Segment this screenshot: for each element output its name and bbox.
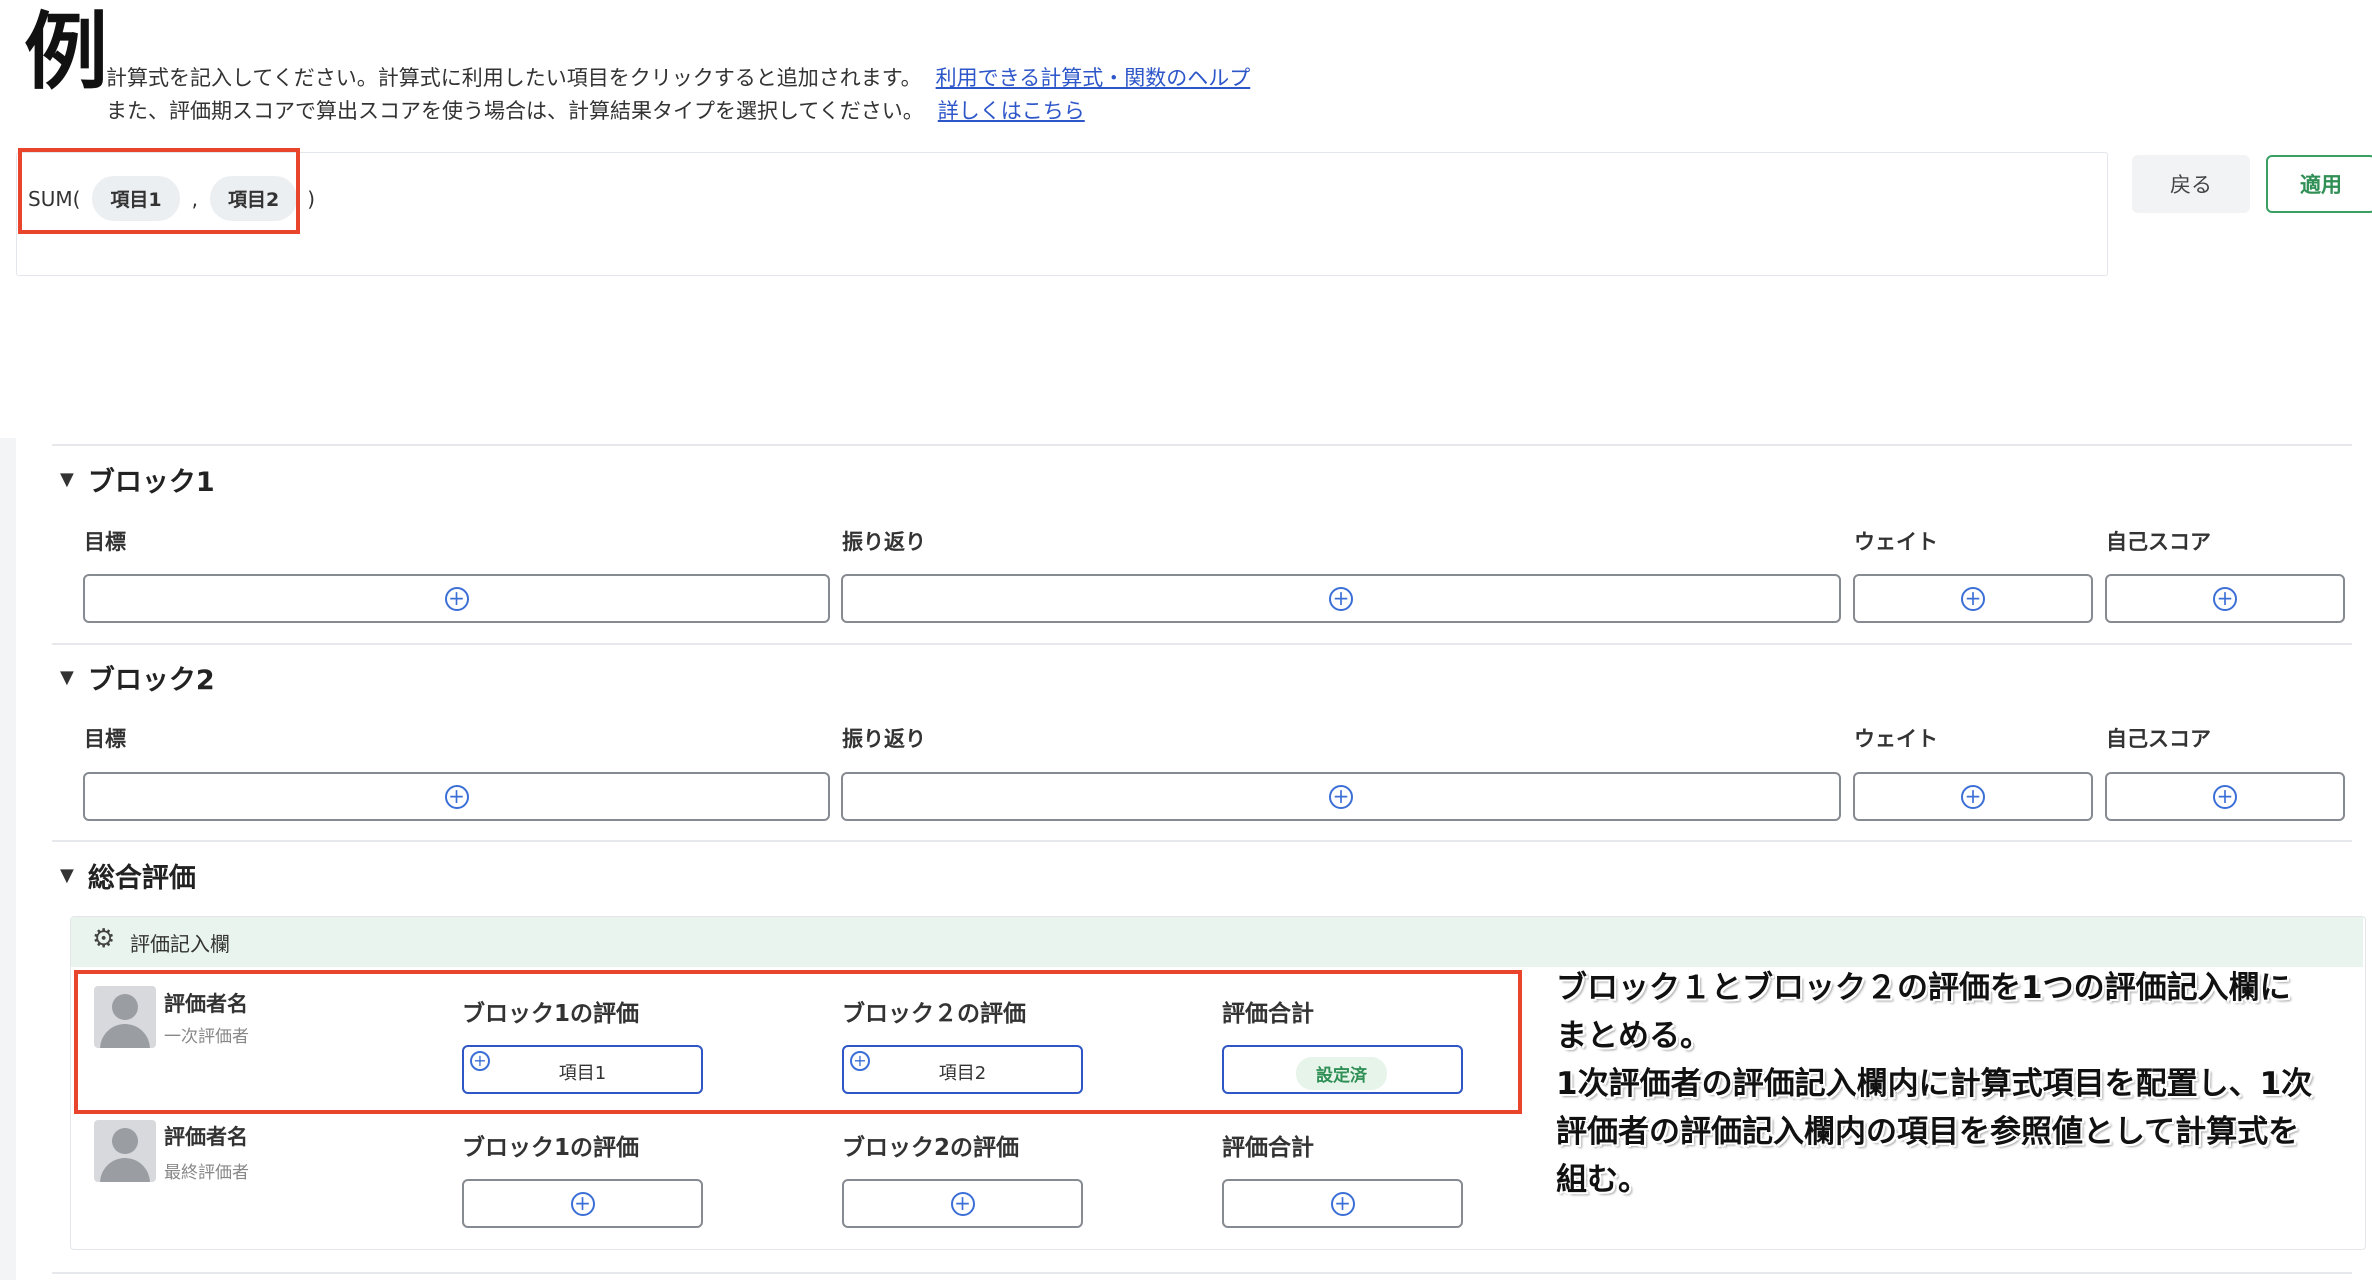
block-2-self-score-add-field[interactable]: +: [2105, 772, 2345, 821]
avatar: [94, 1120, 156, 1182]
gear-icon: ⚙: [92, 924, 116, 954]
block-1-col-review: 振り返り: [842, 530, 926, 554]
help-line-2: また、評価期スコアで算出スコアを使う場合は、計算結果タイプを選択してください。詳…: [106, 101, 1085, 122]
divider: [52, 1272, 2352, 1274]
add-circle-icon: +: [444, 586, 469, 611]
block-1-self-score-add-field[interactable]: +: [2105, 574, 2345, 623]
overall-eval-header[interactable]: ▼ 総合評価: [60, 856, 196, 895]
add-circle-icon: +: [2213, 784, 2237, 809]
collapse-triangle-icon: ▼: [60, 865, 74, 886]
rater-2-total-label: 評価合計: [1222, 1135, 1314, 1161]
block-2-review-add-field[interactable]: +: [841, 772, 1841, 821]
add-circle-icon: +: [1961, 784, 1985, 809]
block-2-title: ブロック2: [87, 665, 215, 696]
block-2-col-goal: 目標: [84, 727, 126, 751]
add-circle-icon: +: [2213, 586, 2237, 611]
block-1-header[interactable]: ▼ ブロック1: [60, 460, 215, 499]
formula-highlight-frame: [18, 148, 300, 234]
rater-1-highlight-frame: [74, 970, 1522, 1114]
block-1-goal-add-field[interactable]: +: [83, 574, 830, 623]
add-circle-icon: +: [1329, 784, 1353, 809]
overall-eval-title: 総合評価: [87, 863, 196, 894]
annotation-note: ブロック１とブロック２の評価を1つの評価記入欄に まとめる。 1次評価者の評価記…: [1556, 964, 2356, 1204]
add-circle-icon: +: [1330, 1191, 1355, 1216]
add-circle-icon: +: [1961, 586, 1985, 611]
help-text-2: また、評価期スコアで算出スコアを使う場合は、計算結果タイプを選択してください。: [106, 99, 924, 123]
details-link[interactable]: 詳しくはこちら: [938, 99, 1085, 123]
block-1-col-self-score: 自己スコア: [2106, 530, 2211, 554]
rater-2-block-1-add-field[interactable]: +: [462, 1179, 703, 1228]
formula-close: ): [307, 186, 316, 211]
divider: [52, 444, 2352, 446]
annotation-line-3: 1次評価者の評価記入欄内に計算式項目を配置し、1次: [1556, 1066, 2313, 1102]
block-2-col-self-score: 自己スコア: [2106, 727, 2211, 751]
rater-2-block-2-label: ブロック2の評価: [842, 1135, 1020, 1161]
add-circle-icon: +: [1329, 586, 1353, 611]
rater-2-total-add-field[interactable]: +: [1222, 1179, 1463, 1228]
eval-entry-card-title: 評価記入欄: [130, 932, 230, 956]
formula-input-area[interactable]: [16, 152, 2108, 276]
block-2-weight-add-field[interactable]: +: [1853, 772, 2093, 821]
block-2-col-review: 振り返り: [842, 727, 926, 751]
rater-2-role: 最終評価者: [164, 1163, 249, 1183]
rater-2-name: 評価者名: [164, 1125, 248, 1149]
add-circle-icon: +: [570, 1191, 595, 1216]
rater-2-block-1-label: ブロック1の評価: [462, 1135, 640, 1161]
block-2-header[interactable]: ▼ ブロック2: [60, 658, 215, 697]
sheet-left-gutter: [0, 438, 16, 1280]
add-circle-icon: +: [950, 1191, 975, 1216]
collapse-triangle-icon: ▼: [60, 667, 74, 688]
back-button[interactable]: 戻る: [2132, 155, 2250, 213]
formula-help-link[interactable]: 利用できる計算式・関数のヘルプ: [936, 66, 1251, 90]
annotation-line-1: ブロック１とブロック２の評価を1つの評価記入欄に: [1556, 970, 2291, 1006]
block-1-col-weight: ウェイト: [1854, 530, 1938, 554]
eval-entry-card-header: [71, 917, 2363, 967]
annotation-line-5: 組む。: [1556, 1162, 1649, 1198]
annotation-line-2: まとめる。: [1556, 1018, 1711, 1054]
block-1-title: ブロック1: [87, 467, 215, 498]
block-1-review-add-field[interactable]: +: [841, 574, 1841, 623]
block-2-goal-add-field[interactable]: +: [83, 772, 830, 821]
block-1-col-goal: 目標: [84, 530, 126, 554]
block-1-weight-add-field[interactable]: +: [1853, 574, 2093, 623]
help-line-1: 計算式を記入してください。計算式に利用したい項目をクリックすると追加されます。利…: [106, 68, 1250, 89]
divider: [52, 840, 2352, 842]
apply-button[interactable]: 適用: [2266, 155, 2372, 213]
annotation-line-4: 評価者の評価記入欄内の項目を参照値として計算式を: [1556, 1114, 2300, 1150]
add-circle-icon: +: [444, 784, 469, 809]
block-2-col-weight: ウェイト: [1854, 727, 1938, 751]
example-overlay-label: 例: [24, 3, 109, 101]
help-text-1: 計算式を記入してください。計算式に利用したい項目をクリックすると追加されます。: [106, 66, 922, 90]
rater-2-block-2-add-field[interactable]: +: [842, 1179, 1083, 1228]
collapse-triangle-icon: ▼: [60, 469, 74, 490]
divider: [52, 643, 2352, 645]
